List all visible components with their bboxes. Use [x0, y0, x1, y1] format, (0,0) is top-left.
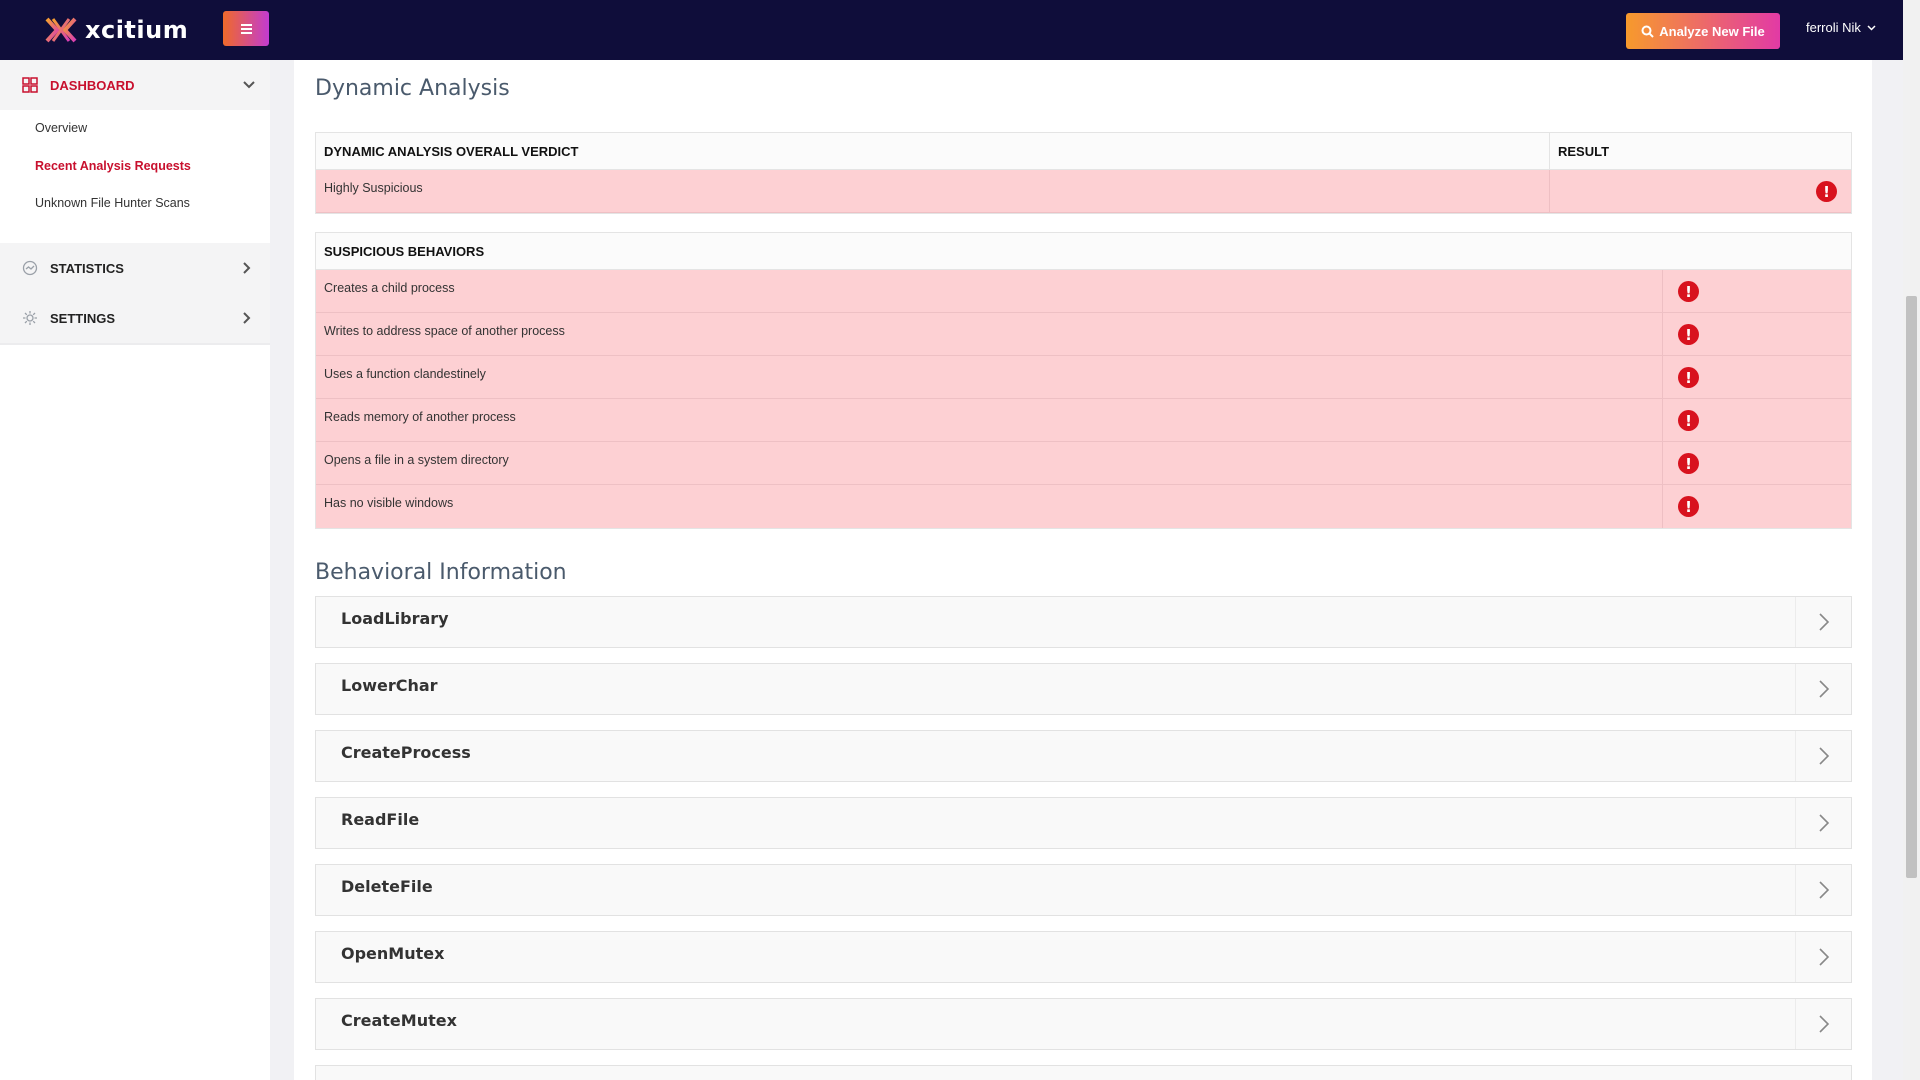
chevron-right-icon [1795, 999, 1851, 1049]
accordion-item-deletefile[interactable]: DeleteFile [315, 864, 1852, 916]
table-row: Writes to address space of another proce… [316, 313, 1851, 356]
page-scrollbar[interactable] [1903, 0, 1920, 1080]
logo-text: xcitium [85, 16, 189, 44]
alert-icon: ! [1678, 496, 1699, 517]
hamburger-icon [240, 27, 252, 30]
sidebar-toggle-button[interactable] [223, 11, 269, 46]
chevron-right-icon [243, 312, 251, 324]
suspicious-behaviors-table: SUSPICIOUS BEHAVIORS Creates a child pro… [315, 232, 1852, 529]
behavior-label: Uses a function clandestinely [324, 367, 486, 381]
table-row: Uses a function clandestinely ! [316, 356, 1851, 399]
scrollbar-thumb[interactable] [1906, 296, 1917, 878]
sidebar-item-unknown-file-hunter-scans[interactable]: Unknown File Hunter Scans [35, 196, 190, 210]
sidebar-statistics-label: STATISTICS [50, 260, 124, 276]
chevron-right-icon [1795, 865, 1851, 915]
chevron-right-icon [1795, 664, 1851, 714]
accordion-title: ReadFile [341, 810, 420, 829]
dashboard-grid-icon [22, 77, 38, 93]
accordion-title: CreateMutex [341, 1011, 457, 1030]
accordion-title: OpenMutex [341, 944, 445, 963]
alert-icon: ! [1678, 281, 1699, 302]
user-menu[interactable]: ferroli Nik [1806, 20, 1876, 35]
alert-icon: ! [1678, 367, 1699, 388]
chevron-right-icon [1795, 932, 1851, 982]
accordion-item-createmutex[interactable]: CreateMutex [315, 998, 1852, 1050]
analyze-button-label: Analyze New File [1659, 23, 1765, 39]
chevron-down-icon [1867, 24, 1876, 31]
verdict-row: Highly Suspicious ! [316, 170, 1851, 213]
alert-icon: ! [1678, 410, 1699, 431]
verdict-result-cell [1549, 170, 1851, 212]
verdict-value: Highly Suspicious [324, 181, 423, 195]
sidebar: DASHBOARD Overview Recent Analysis Reque… [0, 60, 270, 1080]
accordion-title: CreateProcess [341, 743, 471, 762]
behavior-label: Reads memory of another process [324, 410, 516, 424]
sidebar-item-dashboard[interactable]: DASHBOARD [0, 60, 270, 110]
alert-icon: ! [1816, 181, 1837, 202]
behavioral-information-title: Behavioral Information [315, 560, 567, 585]
sidebar-divider [0, 343, 270, 345]
accordion-item-openmutex[interactable]: OpenMutex [315, 931, 1852, 983]
accordion-item-readfile[interactable]: ReadFile [315, 797, 1852, 849]
chevron-right-icon [1795, 597, 1851, 647]
sidebar-subitem-label: Overview [35, 121, 88, 135]
sidebar-subitem-label: Unknown File Hunter Scans [35, 196, 190, 210]
behaviors-column-header: SUSPICIOUS BEHAVIORS [324, 244, 485, 259]
accordion-title: DeleteFile [341, 877, 433, 896]
sidebar-item-settings[interactable]: SETTINGS [0, 293, 270, 343]
accordion-item-createprocess[interactable]: CreateProcess [315, 730, 1852, 782]
table-row: Creates a child process ! [316, 270, 1851, 313]
sidebar-settings-label: SETTINGS [50, 310, 116, 326]
sidebar-item-recent-analysis-requests[interactable]: Recent Analysis Requests [35, 159, 191, 173]
sidebar-item-statistics[interactable]: STATISTICS [0, 243, 270, 293]
behavior-label: Has no visible windows [324, 496, 454, 510]
alert-icon: ! [1678, 324, 1699, 345]
accordion-item-lowerchar[interactable]: LowerChar [315, 663, 1852, 715]
gear-icon [23, 311, 37, 325]
statistics-gauge-icon [22, 260, 38, 276]
chevron-right-icon [1795, 798, 1851, 848]
chevron-down-icon [243, 81, 255, 89]
sidebar-dashboard-label: DASHBOARD [50, 77, 135, 93]
result-column-header: RESULT [1549, 133, 1851, 169]
accordion-title: LowerChar [341, 676, 438, 695]
accordion-title: LoadLibrary [341, 609, 449, 628]
sidebar-item-overview[interactable]: Overview [35, 121, 87, 135]
table-row: Has no visible windows ! [316, 485, 1851, 528]
accordion-item-loadlibrary[interactable]: LoadLibrary [315, 596, 1852, 648]
chevron-right-icon [1795, 731, 1851, 781]
verdict-table: DYNAMIC ANALYSIS OVERALL VERDICT RESULT … [315, 132, 1852, 214]
verdict-table-header: DYNAMIC ANALYSIS OVERALL VERDICT RESULT [316, 133, 1851, 170]
behaviors-table-header: SUSPICIOUS BEHAVIORS [316, 233, 1851, 270]
user-name: ferroli Nik [1806, 20, 1861, 35]
search-icon [1641, 25, 1654, 38]
top-navbar: xcitium Analyze New File ferroli Nik [0, 0, 1903, 60]
xcitium-logo[interactable]: xcitium [43, 12, 188, 48]
behavior-label: Opens a file in a system directory [324, 453, 509, 467]
analyze-new-file-button[interactable]: Analyze New File [1626, 13, 1780, 49]
behavior-label: Writes to address space of another proce… [324, 324, 565, 338]
dynamic-analysis-title: Dynamic Analysis [315, 76, 510, 101]
accordion-item-partial[interactable] [315, 1065, 1852, 1080]
behavior-label: Creates a child process [324, 281, 455, 295]
table-row: Reads memory of another process ! [316, 399, 1851, 442]
sidebar-subitem-label: Recent Analysis Requests [35, 159, 191, 173]
table-row: Opens a file in a system directory ! [316, 442, 1851, 485]
chevron-right-icon [243, 262, 251, 274]
alert-icon: ! [1678, 453, 1699, 474]
xcitium-logo-icon [45, 17, 77, 43]
verdict-column-header: DYNAMIC ANALYSIS OVERALL VERDICT [324, 144, 579, 159]
main-content: Dynamic Analysis DYNAMIC ANALYSIS OVERAL… [294, 60, 1872, 1080]
